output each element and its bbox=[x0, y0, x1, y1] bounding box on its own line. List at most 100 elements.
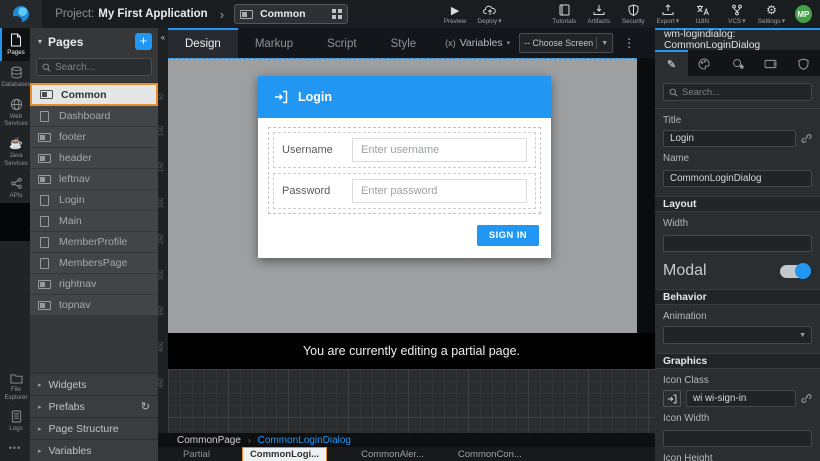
page-item-topnav[interactable]: topnav bbox=[30, 295, 158, 316]
rail-item-logs[interactable]: Logs bbox=[0, 405, 30, 437]
variables-dropdown[interactable]: (x) Variables ▾ bbox=[445, 37, 510, 49]
deploy-button[interactable]: Deploy▾ bbox=[472, 0, 507, 28]
folder-icon bbox=[10, 373, 23, 384]
page-icon bbox=[40, 258, 49, 269]
accordion-variables[interactable]: ▸Variables bbox=[30, 439, 158, 461]
icon-class-input[interactable] bbox=[686, 390, 796, 407]
tab-design[interactable]: Design bbox=[168, 28, 238, 58]
tab-script[interactable]: Script bbox=[310, 28, 373, 58]
username-row[interactable]: Username bbox=[273, 132, 536, 168]
kebab-menu-icon[interactable]: ⋮ bbox=[623, 36, 635, 50]
pages-panel-header: ▾ Pages + bbox=[30, 28, 158, 55]
cloud-upload-icon bbox=[483, 3, 497, 16]
settings-button[interactable]: ⚙ Settings▾ bbox=[754, 0, 789, 28]
section-layout[interactable]: Layout bbox=[655, 196, 820, 212]
dialog-header[interactable]: Login bbox=[258, 76, 551, 118]
properties-panel-header: wm-logindialog: CommonLoginDialog bbox=[655, 30, 820, 50]
page-item-rightnav[interactable]: rightnav bbox=[30, 274, 158, 295]
page-item-common[interactable]: Common bbox=[30, 83, 158, 106]
chevron-right-icon: › bbox=[220, 7, 224, 22]
tab-security[interactable] bbox=[787, 50, 820, 76]
tab-events[interactable] bbox=[721, 50, 754, 76]
login-dialog[interactable]: Login Username Password SIGN IN bbox=[258, 76, 551, 258]
pages-search-input[interactable] bbox=[55, 62, 146, 73]
partial-tab-commonalertdialog[interactable]: CommonAler... bbox=[361, 449, 424, 460]
tutorials-button[interactable]: Tutorials bbox=[547, 0, 582, 28]
rail-item-apis[interactable]: APIs bbox=[0, 172, 30, 204]
rail-item-databases[interactable]: Databases bbox=[0, 61, 30, 93]
page-icon bbox=[40, 195, 49, 206]
page-item-dashboard[interactable]: Dashboard bbox=[30, 106, 158, 127]
properties-search[interactable] bbox=[663, 83, 812, 101]
modal-toggle[interactable] bbox=[780, 265, 810, 278]
user-avatar[interactable]: MP bbox=[795, 5, 812, 23]
breadcrumb-current[interactable]: CommonLoginDialog bbox=[258, 435, 351, 446]
ruler-mark: 400 bbox=[159, 342, 165, 352]
page-item-memberspage[interactable]: MembersPage bbox=[30, 253, 158, 274]
vcs-button[interactable]: VCS▾ bbox=[720, 0, 755, 28]
i18n-button[interactable]: I18N bbox=[685, 0, 720, 28]
rail-more-button[interactable]: ••• bbox=[0, 437, 30, 461]
refresh-icon[interactable]: ↻ bbox=[141, 400, 150, 413]
canvas-gutter bbox=[637, 58, 655, 333]
name-input[interactable] bbox=[663, 170, 812, 187]
accordion-page-structure[interactable]: ▸Page Structure bbox=[30, 417, 158, 439]
page-item-memberprofile[interactable]: MemberProfile bbox=[30, 232, 158, 253]
caret-down-icon[interactable]: ▾ bbox=[38, 37, 42, 46]
app-logo[interactable] bbox=[0, 0, 42, 28]
shield-icon bbox=[628, 4, 639, 17]
rail-item-web-services[interactable]: Web Services bbox=[0, 93, 30, 133]
dialog-title: Login bbox=[298, 90, 332, 104]
section-behavior[interactable]: Behavior bbox=[655, 289, 820, 305]
page-item-footer[interactable]: footer bbox=[30, 127, 158, 148]
sign-in-icon bbox=[274, 90, 288, 104]
accordion-prefabs[interactable]: ▸Prefabs↻ bbox=[30, 395, 158, 417]
rail-item-file-explorer[interactable]: File Explorer bbox=[0, 368, 30, 406]
tab-device[interactable] bbox=[754, 50, 787, 76]
title-input[interactable] bbox=[663, 130, 796, 147]
design-canvas[interactable]: Login Username Password SIGN IN bbox=[168, 58, 637, 333]
pages-search[interactable] bbox=[36, 58, 152, 76]
breadcrumb-parent[interactable]: CommonPage bbox=[177, 435, 241, 446]
page-item-main[interactable]: Main bbox=[30, 211, 158, 232]
preview-button[interactable]: ▶ Preview bbox=[438, 0, 473, 28]
artifacts-button[interactable]: Artifacts bbox=[581, 0, 616, 28]
username-label: Username bbox=[282, 144, 344, 156]
width-input[interactable] bbox=[663, 235, 812, 252]
partial-group-label: Partial bbox=[183, 449, 210, 460]
bind-icon[interactable] bbox=[801, 393, 812, 404]
rail-item-java-services[interactable]: ☕ Java Services bbox=[0, 132, 30, 172]
ruler-mark: 100 bbox=[159, 126, 165, 136]
ruler-mark: 450 bbox=[159, 378, 165, 388]
page-item-login[interactable]: Login bbox=[30, 190, 158, 211]
username-input[interactable] bbox=[352, 138, 527, 162]
gear-icon: ⚙ bbox=[766, 3, 777, 16]
collapse-panel-button[interactable]: « bbox=[158, 28, 168, 42]
page-selector[interactable]: Common bbox=[234, 4, 348, 24]
section-graphics[interactable]: Graphics bbox=[655, 353, 820, 369]
tab-markup[interactable]: Markup bbox=[238, 28, 310, 58]
pages-icon bbox=[10, 33, 22, 47]
page-item-header[interactable]: header bbox=[30, 148, 158, 169]
screen-size-select[interactable]: -- Choose Screen Size -- ▼ bbox=[519, 33, 613, 53]
add-page-button[interactable]: + bbox=[135, 33, 152, 50]
properties-search-input[interactable] bbox=[682, 87, 806, 98]
password-input[interactable] bbox=[352, 179, 527, 203]
tab-style[interactable]: Style bbox=[374, 28, 434, 58]
bind-icon[interactable] bbox=[801, 133, 812, 144]
page-item-leftnav[interactable]: leftnav bbox=[30, 169, 158, 190]
partial-tab-commonlogindialog[interactable]: CommonLogi... bbox=[242, 447, 327, 461]
tab-properties[interactable]: ✎ bbox=[655, 50, 688, 76]
dialog-form[interactable]: Username Password bbox=[268, 127, 541, 214]
partial-tab-commonconfirmdialog[interactable]: CommonCon... bbox=[458, 449, 522, 460]
partial-icon bbox=[38, 175, 51, 184]
tab-styles[interactable] bbox=[688, 50, 721, 76]
export-button[interactable]: Export▾ bbox=[651, 0, 686, 28]
accordion-widgets[interactable]: ▸Widgets bbox=[30, 373, 158, 395]
rail-item-pages[interactable]: Pages bbox=[0, 28, 30, 61]
sign-in-button[interactable]: SIGN IN bbox=[477, 225, 539, 246]
security-button[interactable]: Security bbox=[616, 0, 651, 28]
password-row[interactable]: Password bbox=[273, 173, 536, 209]
animation-select[interactable]: ▼ bbox=[663, 326, 812, 344]
icon-width-input[interactable] bbox=[663, 430, 812, 447]
